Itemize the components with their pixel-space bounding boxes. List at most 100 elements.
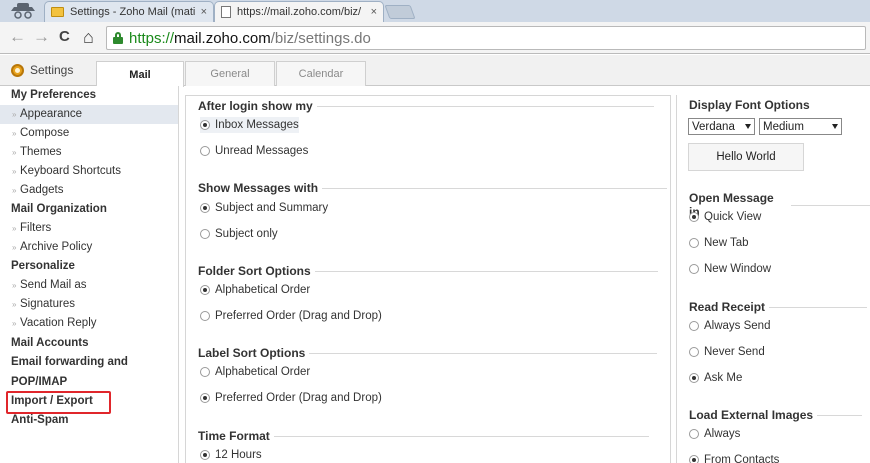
radio-button[interactable]	[200, 450, 210, 460]
radio-button[interactable]	[689, 373, 699, 383]
radio-label: Quick View	[704, 211, 762, 223]
sidebar-header-my-preferences[interactable]: My Preferences	[0, 86, 178, 105]
tab-general[interactable]: General	[185, 61, 275, 86]
gear-icon	[11, 63, 24, 77]
radio-inbox-messages[interactable]: Inbox Messages	[200, 117, 299, 133]
radio-label: Preferred Order (Drag and Drop)	[215, 310, 382, 322]
section-external-images: Load External Images	[689, 408, 863, 422]
page-icon	[221, 6, 231, 18]
radio-subject-and-summary[interactable]: Subject and Summary	[200, 200, 328, 216]
sidebar-item-filters[interactable]: Filters	[0, 219, 178, 238]
radio-button[interactable]	[200, 120, 210, 130]
radio-label: Subject and Summary	[215, 202, 329, 214]
radio-ask-me[interactable]: Ask Me	[689, 370, 742, 386]
radio-label: Ask Me	[704, 372, 743, 384]
close-icon[interactable]: ×	[371, 6, 377, 18]
section-divider	[309, 352, 658, 354]
radio-label: Always Send	[704, 320, 771, 332]
section-divider	[817, 414, 863, 416]
chevron-down-icon	[745, 124, 751, 129]
radio-label: 12 Hours	[215, 449, 262, 461]
radio-button[interactable]	[200, 393, 210, 403]
sidebar-item-vacation-reply[interactable]: Vacation Reply	[0, 314, 178, 333]
radio-new-tab[interactable]: New Tab	[689, 235, 749, 251]
forward-button[interactable]: →	[33, 26, 50, 48]
sidebar-item-gadgets[interactable]: Gadgets	[0, 181, 178, 200]
section-display-font: Display Font Options	[689, 98, 810, 112]
sidebar-header-mail-organization[interactable]: Mail Organization	[0, 200, 178, 219]
sidebar-item-keyboard-shortcuts[interactable]: Keyboard Shortcuts	[0, 162, 178, 181]
radio-12-hours[interactable]: 12 Hours	[200, 447, 262, 463]
radio-button[interactable]	[689, 347, 699, 357]
url-host: mail.zoho.com	[174, 29, 271, 47]
radio-button[interactable]	[200, 285, 210, 295]
browser-tab-active[interactable]: https://mail.zoho.com/biz/ ×	[214, 1, 384, 22]
tab-calendar[interactable]: Calendar	[276, 61, 366, 86]
radio-always[interactable]: Always	[689, 426, 740, 442]
radio-unread-messages[interactable]: Unread Messages	[200, 143, 308, 159]
radio-label: New Tab	[704, 237, 749, 249]
home-button[interactable]: ⌂	[83, 26, 94, 48]
settings-header: Settings Mail General Calendar	[0, 55, 870, 87]
sidebar-item-email-forwarding[interactable]: Email forwarding and	[0, 353, 178, 372]
section-divider	[769, 306, 868, 308]
settings-sidebar: My Preferences Appearance Compose Themes…	[0, 86, 179, 463]
radio-button[interactable]	[200, 367, 210, 377]
section-divider	[790, 204, 870, 206]
font-preview: Hello World	[688, 143, 804, 171]
address-bar[interactable]: https:// mail.zoho.com /biz/settings.do	[106, 26, 866, 50]
section-divider	[316, 105, 654, 107]
font-size-select[interactable]: Medium	[759, 118, 842, 135]
sidebar-item-compose[interactable]: Compose	[0, 124, 178, 143]
radio-new-window[interactable]: New Window	[689, 261, 771, 277]
new-tab-button[interactable]	[384, 5, 416, 19]
section-time-format: Time Format	[198, 429, 649, 443]
sidebar-item-signatures[interactable]: Signatures	[0, 295, 178, 314]
radio-button[interactable]	[689, 429, 699, 439]
chevron-down-icon	[832, 124, 838, 129]
section-label-sort: Label Sort Options	[198, 346, 658, 360]
font-family-value: Verdana	[692, 120, 735, 133]
radio-label-alphabetical[interactable]: Alphabetical Order	[200, 364, 310, 380]
radio-button[interactable]	[200, 146, 210, 156]
section-divider	[273, 435, 649, 437]
radio-button[interactable]	[200, 229, 210, 239]
radio-folder-alphabetical[interactable]: Alphabetical Order	[200, 282, 310, 298]
section-title: Display Font Options	[689, 98, 810, 112]
radio-button[interactable]	[689, 238, 699, 248]
radio-quick-view[interactable]: Quick View	[689, 209, 761, 225]
radio-button[interactable]	[689, 212, 699, 222]
sidebar-item-themes[interactable]: Themes	[0, 143, 178, 162]
sidebar-item-appearance[interactable]: Appearance	[0, 105, 178, 124]
sidebar-item-pop-imap[interactable]: POP/IMAP	[0, 373, 178, 392]
radio-button[interactable]	[689, 321, 699, 331]
back-button[interactable]: ←	[9, 26, 26, 48]
radio-button[interactable]	[200, 311, 210, 321]
section-title: Label Sort Options	[198, 346, 306, 360]
radio-never-send[interactable]: Never Send	[689, 344, 765, 360]
sidebar-item-send-mail-as[interactable]: Send Mail as	[0, 276, 178, 295]
close-icon[interactable]: ×	[201, 6, 207, 18]
radio-label: Never Send	[704, 346, 765, 358]
section-title: After login show my	[198, 99, 313, 113]
sidebar-item-archive-policy[interactable]: Archive Policy	[0, 238, 178, 257]
radio-folder-preferred[interactable]: Preferred Order (Drag and Drop)	[200, 308, 382, 324]
browser-tab-settings[interactable]: Settings - Zoho Mail (mati ×	[44, 1, 214, 22]
section-folder-sort: Folder Sort Options	[198, 264, 658, 278]
section-title: Time Format	[198, 429, 270, 443]
radio-button[interactable]	[200, 203, 210, 213]
reload-button[interactable]: C	[59, 26, 70, 48]
sidebar-header-personalize[interactable]: Personalize	[0, 257, 178, 276]
radio-label: From Contacts	[704, 454, 780, 463]
font-family-select[interactable]: Verdana	[688, 118, 755, 135]
radio-button[interactable]	[689, 455, 699, 463]
radio-button[interactable]	[689, 264, 699, 274]
radio-label-preferred[interactable]: Preferred Order (Drag and Drop)	[200, 390, 382, 406]
section-show-messages: Show Messages with	[198, 181, 668, 195]
mail-preferences-panel: After login show my Inbox Messages Unrea…	[185, 95, 671, 463]
tab-mail[interactable]: Mail	[96, 61, 184, 87]
radio-always-send[interactable]: Always Send	[689, 318, 770, 334]
sidebar-item-mail-accounts[interactable]: Mail Accounts	[0, 334, 178, 353]
radio-from-contacts[interactable]: From Contacts	[689, 452, 779, 463]
radio-subject-only[interactable]: Subject only	[200, 226, 278, 242]
